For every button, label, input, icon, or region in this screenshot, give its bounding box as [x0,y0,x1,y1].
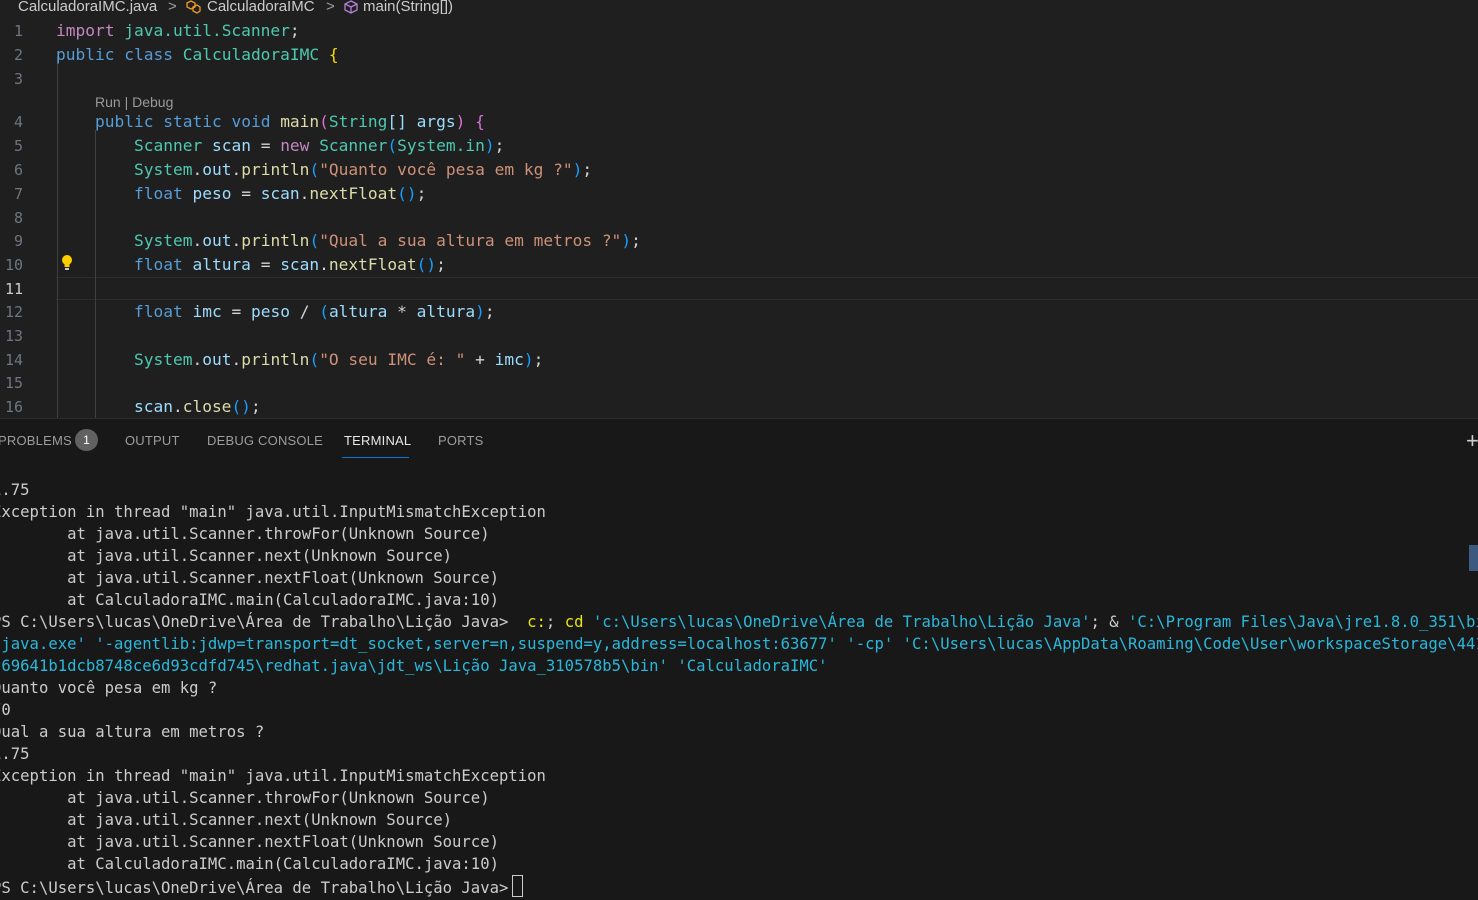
terminal-line: 70 [0,701,11,719]
java-file-icon [0,0,14,14]
terminal-line: Exception in thread "main" java.util.Inp… [0,503,546,521]
bottom-panel: PROBLEMS 1 OUTPUT DEBUG CONSOLE TERMINAL… [0,418,1478,900]
tab-problems[interactable]: PROBLEMS [0,433,72,448]
codelens-run-debug[interactable]: Run | Debug [95,94,173,110]
code-line: float peso = scan.nextFloat(); [133,184,427,203]
terminal-line: at java.util.Scanner.throwFor(Unknown So… [0,789,490,807]
line-number: 8 [13,209,23,227]
line-number: 1 [13,22,23,40]
terminal-line: 1.75 [0,481,30,499]
tab-debug-console[interactable]: DEBUG CONSOLE [207,433,323,448]
terminal-line: Exception in thread "main" java.util.Inp… [0,767,546,785]
code-line: System.out.println("Qual a sua altura em… [133,231,641,250]
problems-count-badge: 1 [75,429,98,451]
active-tab-indicator [342,457,409,458]
tab-output[interactable]: OUTPUT [125,433,180,448]
terminal-command-line: PS C:\Users\lucas\OneDrive\Área de Traba… [0,613,1478,631]
line-number: 6 [13,161,23,179]
terminal-line: at CalculadoraIMC.main(CalculadoraIMC.ja… [0,591,499,609]
breadcrumb-separator: > [168,0,177,15]
code-editor[interactable]: 1 2 3 4 5 6 7 8 9 10 11 12 13 14 15 16 R… [0,16,1478,418]
terminal-line: Quanto você pesa em kg ? [0,679,218,697]
tab-terminal[interactable]: TERMINAL [344,433,411,448]
breadcrumb-method[interactable]: main(String[]) [363,0,453,15]
breadcrumb-class[interactable]: CalculadoraIMC [207,0,315,15]
code-line: import java.util.Scanner; [56,21,300,40]
line-number: 2 [13,46,23,64]
line-number: 12 [4,303,23,321]
line-number: 14 [4,351,23,369]
terminal-line: at java.util.Scanner.nextFloat(Unknown S… [0,569,499,587]
current-line-highlight [56,277,1478,300]
terminal-line: at java.util.Scanner.throwFor(Unknown So… [0,525,490,543]
new-terminal-plus-icon[interactable]: + [1466,430,1478,452]
panel-tabs: PROBLEMS 1 OUTPUT DEBUG CONSOLE TERMINAL… [0,419,1478,463]
terminal-prompt[interactable]: PS C:\Users\lucas\OneDrive\Área de Traba… [0,875,524,897]
line-number: 4 [13,113,23,131]
code-line: public static void main(String[] args) { [94,112,485,131]
breadcrumb-separator: > [326,0,335,15]
line-number: 15 [4,374,23,392]
code-line: Scanner scan = new Scanner(System.in); [133,136,505,155]
code-line: float imc = peso / (altura * altura); [133,302,495,321]
terminal-line: at java.util.Scanner.next(Unknown Source… [0,547,453,565]
terminal-scrollbar-thumb[interactable] [1469,545,1478,571]
code-line: float altura = scan.nextFloat(); [133,255,446,274]
terminal-line: Qual a sua altura em metros ? [0,723,265,741]
line-number: 11 [4,280,23,298]
breadcrumb-file[interactable]: CalculadoraIMC.java [18,0,157,15]
line-number: 5 [13,137,23,155]
code-line: System.out.println("Quanto você pesa em … [133,160,593,179]
terminal-line: at java.util.Scanner.nextFloat(Unknown S… [0,833,499,851]
line-number: 13 [4,327,23,345]
code-line: System.out.println("O seu IMC é: " + imc… [133,350,544,369]
breadcrumb: CalculadoraIMC.java > CalculadoraIMC > m… [0,0,1478,16]
code-line: scan.close(); [133,397,261,416]
code-line: public class CalculadoraIMC { [56,45,339,64]
line-number: 16 [4,398,23,416]
tab-ports[interactable]: PORTS [438,433,484,448]
line-number: 7 [13,185,23,203]
terminal-line: 1.75 [0,745,30,763]
terminal-line: \java.exe' '-agentlib:jdwp=transport=dt_… [0,635,1478,653]
line-number: 9 [13,232,23,250]
line-number: 10 [4,256,23,274]
line-number: 3 [13,70,23,88]
terminal-line: at CalculadoraIMC.main(CalculadoraIMC.ja… [0,855,499,873]
terminal-line: c69641b1dcb8748ce6d93cdfd745\redhat.java… [0,657,828,675]
terminal-line: at java.util.Scanner.next(Unknown Source… [0,811,453,829]
terminal-cursor [512,875,524,897]
